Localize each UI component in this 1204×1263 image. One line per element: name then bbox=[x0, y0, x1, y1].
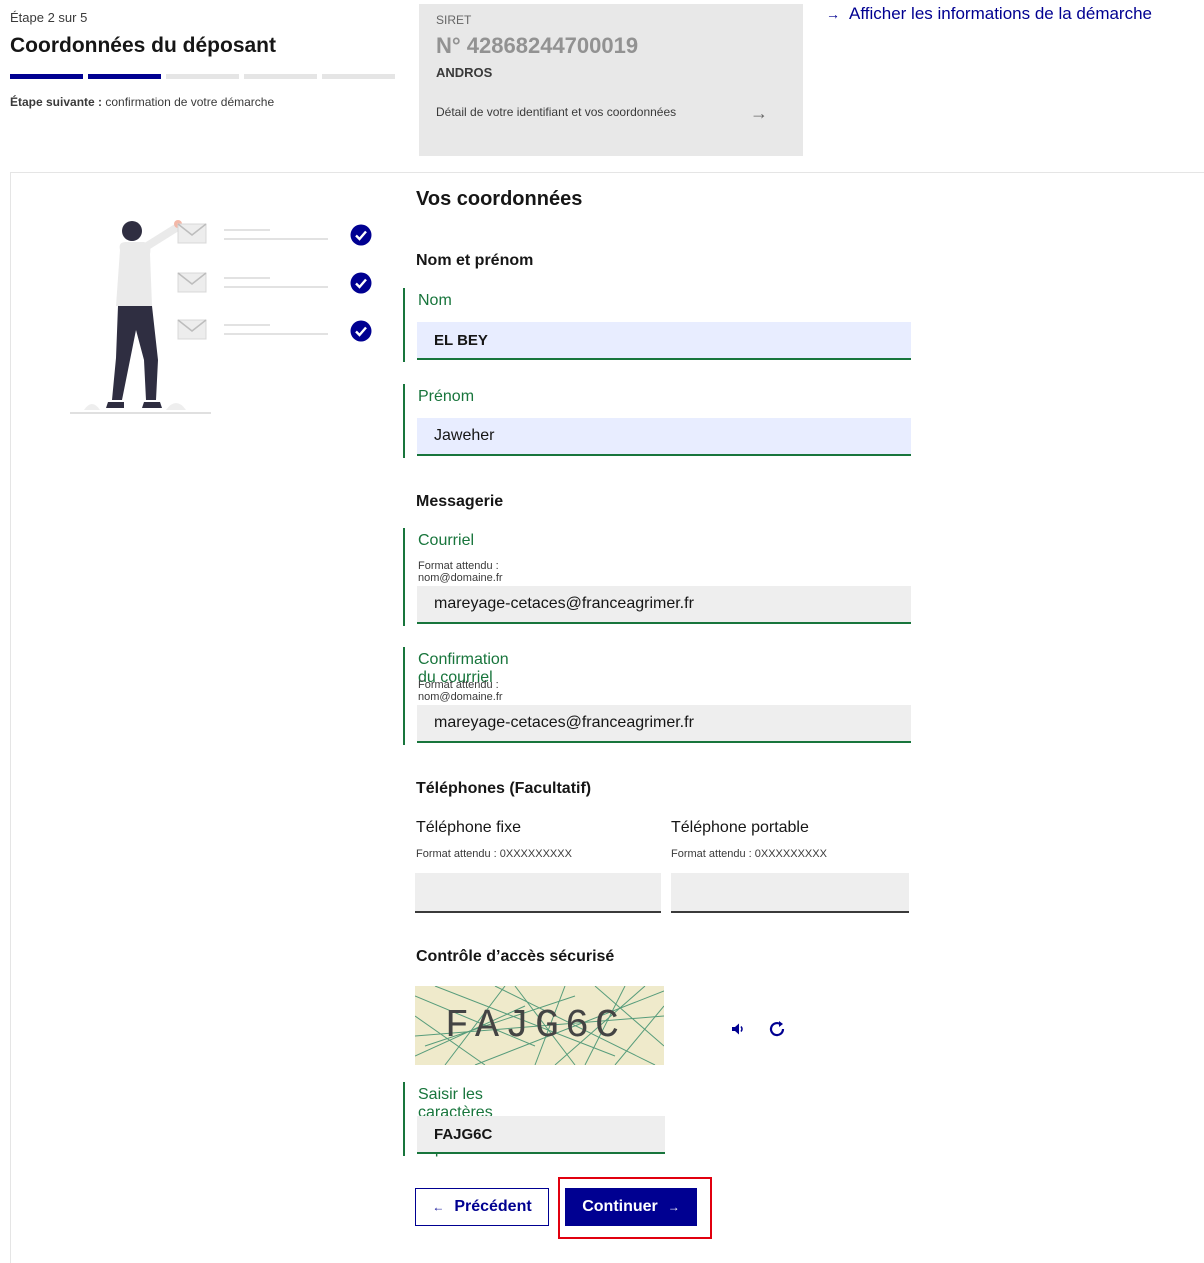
previous-button[interactable]: ← Précédent bbox=[415, 1188, 549, 1226]
previous-button-label: Précédent bbox=[454, 1198, 532, 1215]
siret-number: N° 42868244700019 bbox=[436, 33, 639, 58]
nom-label: Nom bbox=[418, 292, 452, 309]
checkmark-icon bbox=[350, 320, 372, 342]
step-bar-1 bbox=[10, 74, 83, 79]
stepper-next-prefix: Étape suivante : bbox=[10, 95, 103, 109]
step-bar-4 bbox=[244, 74, 317, 79]
step-bar-2 bbox=[88, 74, 161, 79]
confirm-courriel-field-group: Confirmation du courriel Format attendu … bbox=[403, 647, 911, 745]
nom-input[interactable] bbox=[417, 322, 911, 360]
confirm-courriel-input[interactable] bbox=[417, 705, 911, 743]
nom-field-group: Nom bbox=[403, 288, 911, 362]
siret-label: SIRET bbox=[436, 13, 472, 27]
prenom-field-group: Prénom bbox=[403, 384, 911, 458]
step-bar-3 bbox=[166, 74, 239, 79]
siret-card[interactable]: SIRET N° 42868244700019 ANDROS Détail de… bbox=[419, 4, 803, 156]
arrow-left-icon: ← bbox=[432, 1200, 445, 1214]
courriel-input[interactable] bbox=[417, 586, 911, 624]
stepper-count: Étape 2 sur 5 bbox=[10, 10, 88, 25]
captcha-section-title: Contrôle d’accès sécurisé bbox=[416, 948, 615, 965]
siret-detail-link[interactable]: Détail de votre identifiant et vos coord… bbox=[436, 105, 676, 119]
audio-icon bbox=[732, 1023, 743, 1035]
captcha-field-group: Saisir les caractères du captcha bbox=[403, 1082, 665, 1157]
fixe-hint: Format attendu : 0XXXXXXXXX bbox=[416, 848, 572, 860]
arrow-right-icon[interactable]: → bbox=[750, 103, 768, 124]
continue-button[interactable]: Continuer → bbox=[565, 1188, 697, 1226]
captcha-input[interactable] bbox=[417, 1116, 665, 1154]
checkmark-icon bbox=[350, 272, 372, 294]
arrow-right-icon: → bbox=[667, 1200, 680, 1214]
portable-hint: Format attendu : 0XXXXXXXXX bbox=[671, 848, 827, 860]
captcha-image: FAJG6C bbox=[415, 986, 664, 1065]
courriel-hint: Format attendu : nom@domaine.fr bbox=[418, 560, 503, 584]
stepper-next: Étape suivante : confirmation de votre d… bbox=[10, 95, 274, 109]
fixe-input[interactable] bbox=[415, 873, 661, 913]
audio-captcha-button[interactable] bbox=[724, 1015, 752, 1043]
arrow-right-icon: → bbox=[826, 6, 840, 22]
refresh-captcha-button[interactable] bbox=[763, 1015, 791, 1043]
courriel-label: Courriel bbox=[418, 532, 475, 549]
name-section-title: Nom et prénom bbox=[416, 252, 534, 269]
fixe-label: Téléphone fixe bbox=[416, 819, 521, 836]
captcha-image-text: FAJG6C bbox=[445, 1004, 626, 1049]
checklist-illustration bbox=[70, 220, 328, 414]
mail-section-title: Messagerie bbox=[416, 493, 504, 510]
show-procedure-info-link[interactable]: → Afficher les informations de la démarch… bbox=[826, 4, 1152, 24]
refresh-icon bbox=[769, 1021, 785, 1037]
prenom-label: Prénom bbox=[418, 388, 475, 405]
continue-button-label: Continuer bbox=[582, 1198, 658, 1215]
prenom-input[interactable] bbox=[417, 418, 911, 456]
checkmark-icon bbox=[350, 224, 372, 246]
siret-company: ANDROS bbox=[436, 65, 493, 80]
portable-label: Téléphone portable bbox=[671, 819, 809, 836]
show-procedure-info-label: Afficher les informations de la démarche bbox=[849, 4, 1153, 23]
stepper-next-value: confirmation de votre démarche bbox=[105, 95, 275, 109]
confirm-courriel-hint: Format attendu : nom@domaine.fr bbox=[418, 679, 503, 703]
form-title: Vos coordonnées bbox=[416, 188, 583, 210]
phone-section-title: Téléphones (Facultatif) bbox=[416, 780, 592, 797]
portable-input[interactable] bbox=[671, 873, 909, 913]
courriel-field-group: Courriel Format attendu : nom@domaine.fr bbox=[403, 528, 911, 626]
page-title: Coordonnées du déposant bbox=[10, 34, 277, 57]
stepper-progress bbox=[10, 74, 395, 79]
step-bar-5 bbox=[322, 74, 395, 79]
